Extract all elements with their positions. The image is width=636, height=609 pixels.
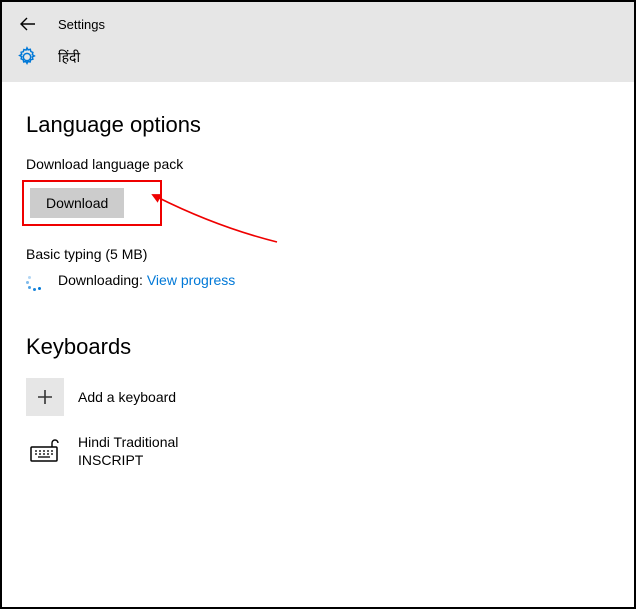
plus-icon — [26, 378, 64, 416]
keyboard-item[interactable]: Hindi Traditional INSCRIPT — [26, 432, 610, 470]
language-name: हिंदी — [58, 48, 80, 67]
download-language-pack-label: Download language pack — [26, 156, 610, 172]
gear-icon — [16, 46, 38, 68]
spinner-icon — [26, 270, 46, 290]
add-keyboard-label: Add a keyboard — [78, 389, 176, 405]
keyboard-name: Hindi Traditional INSCRIPT — [78, 433, 178, 469]
keyboard-icon — [26, 432, 64, 470]
back-button[interactable] — [16, 12, 40, 36]
header-sub: हिंदी — [2, 40, 634, 70]
arrow-left-icon — [19, 15, 37, 33]
downloading-text: Downloading: — [58, 272, 143, 288]
app-title: Settings — [58, 17, 105, 32]
download-highlight-box: Download — [22, 180, 162, 226]
download-button[interactable]: Download — [30, 188, 124, 218]
section-language-options: Language options — [26, 112, 610, 138]
add-keyboard-row[interactable]: Add a keyboard — [26, 378, 610, 416]
section-keyboards: Keyboards — [26, 334, 610, 360]
downloading-row: Downloading: View progress — [26, 270, 610, 290]
view-progress-link[interactable]: View progress — [147, 272, 235, 288]
content-area: Language options Download language pack … — [2, 82, 634, 506]
header-bar: Settings हिंदी — [2, 2, 634, 82]
header-top: Settings — [2, 10, 634, 40]
basic-typing-label: Basic typing (5 MB) — [26, 246, 610, 262]
